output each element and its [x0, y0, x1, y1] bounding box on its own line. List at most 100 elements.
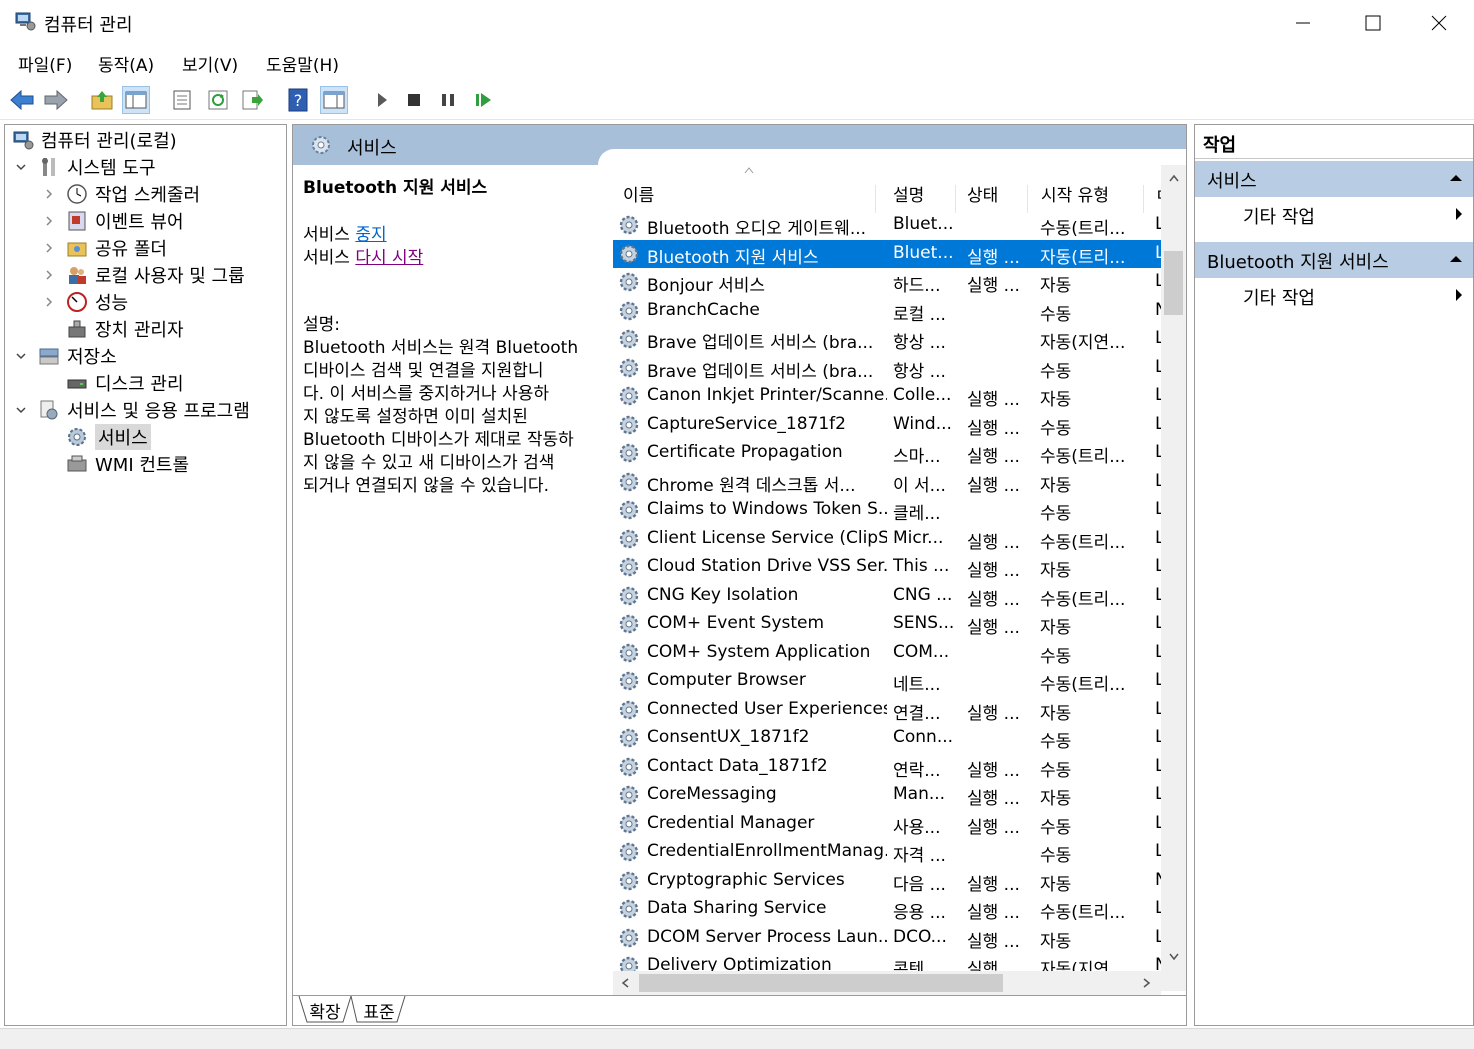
column-separator[interactable]: [1143, 185, 1144, 213]
stop-service-button[interactable]: [400, 86, 428, 114]
column-separator[interactable]: [1027, 185, 1028, 213]
gear-icon: [617, 213, 641, 237]
chevron-right-icon[interactable]: [43, 269, 55, 281]
tree-item-root[interactable]: 컴퓨터 관리(로컬): [11, 127, 177, 153]
service-startup-type: 자동: [1040, 874, 1072, 895]
service-row[interactable]: Client License Service (ClipS... Micr... 실…: [613, 525, 1163, 553]
service-row[interactable]: CaptureService_1871f2Wind...실행 ...수동L: [613, 411, 1163, 439]
tree-item-disk-management[interactable]: 디스크 관리: [65, 370, 184, 396]
service-row[interactable]: DCOM Server Process Laun... DCO... 실행 ... 자…: [613, 924, 1163, 952]
scroll-left-icon[interactable]: [621, 977, 629, 989]
tab-extended[interactable]: 확장: [305, 996, 345, 1024]
minimize-button[interactable]: [1268, 0, 1338, 46]
tree-item-shared-folders[interactable]: 공유 폴더: [43, 235, 167, 261]
column-header-name[interactable]: 이름: [623, 175, 883, 211]
service-row[interactable]: Brave 업데이트 서비스 (bra...항상 ...자동(지연...L: [613, 325, 1163, 353]
service-row[interactable]: BranchCache로컬 ...수동N: [613, 297, 1163, 325]
tree-item-storage[interactable]: 저장소: [15, 343, 117, 369]
menu-file[interactable]: 파일(F): [18, 51, 72, 76]
service-row[interactable]: COM+ System ApplicationCOM...수동L: [613, 639, 1163, 667]
forward-button[interactable]: [42, 86, 70, 114]
service-description: 연결...: [893, 703, 941, 724]
show-hide-tree-button[interactable]: [122, 86, 150, 114]
tree-item-task-scheduler[interactable]: 작업 스케줄러: [43, 181, 200, 207]
gear-icon: [617, 612, 641, 636]
action-more-actions[interactable]: 기타 작업: [1195, 197, 1473, 233]
maximize-button[interactable]: [1338, 0, 1408, 46]
close-button[interactable]: [1404, 0, 1474, 46]
service-row[interactable]: Bluetooth 오디오 게이트웨...Bluet...수동(트리...L: [613, 211, 1163, 239]
chevron-down-icon[interactable]: [15, 350, 27, 362]
show-hide-action-pane-button[interactable]: [320, 86, 348, 114]
scroll-down-icon[interactable]: [1168, 953, 1180, 961]
horizontal-scrollbar[interactable]: [613, 971, 1161, 995]
back-button[interactable]: [8, 86, 36, 114]
tree-item-services-apps[interactable]: 서비스 및 응용 프로그램: [15, 397, 250, 423]
vertical-scrollbar[interactable]: [1161, 165, 1186, 991]
scroll-thumb[interactable]: [1164, 251, 1183, 315]
column-separator[interactable]: [875, 185, 876, 213]
tree-item-event-viewer[interactable]: 이벤트 뷰어: [43, 208, 184, 234]
service-row[interactable]: ConsentUX_1871f2Conn...수동L: [613, 724, 1163, 752]
service-row[interactable]: Cryptographic Services다음 ...실행 ...자동N: [613, 867, 1163, 895]
pause-service-button[interactable]: [434, 86, 462, 114]
menu-help[interactable]: 도움말(H): [266, 51, 339, 76]
tab-standard[interactable]: 표준: [357, 996, 401, 1024]
menu-action[interactable]: 동작(A): [98, 51, 154, 76]
chevron-right-icon[interactable]: [43, 188, 55, 200]
service-name: Bluetooth 오디오 게이트웨...: [647, 219, 867, 239]
refresh-button[interactable]: [204, 86, 232, 114]
help-button[interactable]: ?: [284, 86, 312, 114]
service-row[interactable]: Computer Browser네트...수동(트리...L: [613, 667, 1163, 695]
service-row[interactable]: Certificate Propagation 스마... 실행 ... 수동(트리.…: [613, 439, 1163, 467]
service-row[interactable]: Canon Inkjet Printer/Scanne... Colle... 실행…: [613, 382, 1163, 410]
column-header-description[interactable]: 설명: [893, 175, 953, 211]
restart-service-button[interactable]: [470, 86, 498, 114]
tree-item-wmi[interactable]: WMI 컨트롤: [65, 451, 189, 477]
chevron-right-icon[interactable]: [43, 242, 55, 254]
chevron-down-icon[interactable]: [15, 404, 27, 416]
column-header-startup-type[interactable]: 시작 유형: [1041, 175, 1141, 211]
service-name: Cloud Station Drive VSS Ser...: [647, 556, 887, 576]
chevron-down-icon[interactable]: [15, 161, 27, 173]
tree-item-performance[interactable]: 성능: [43, 289, 128, 315]
service-row[interactable]: Contact Data_1871f2연락...실행 ...수동L: [613, 753, 1163, 781]
restart-service-link[interactable]: 다시 시작: [355, 248, 423, 268]
scroll-up-icon[interactable]: [1168, 174, 1180, 182]
stop-service-action: 서비스 중지: [303, 224, 603, 247]
start-service-button[interactable]: [368, 86, 396, 114]
tree-item-device-manager[interactable]: 장치 관리자: [65, 316, 184, 342]
service-row[interactable]: COM+ Event SystemSENS...실행 ...자동L: [613, 610, 1163, 638]
up-folder-button[interactable]: [88, 86, 116, 114]
service-row[interactable]: CoreMessagingMan...실행 ...자동L: [613, 781, 1163, 809]
chevron-right-icon[interactable]: [43, 296, 55, 308]
service-row[interactable]: CNG Key IsolationCNG ...실행 ...수동(트리...L: [613, 582, 1163, 610]
action-group-services[interactable]: 서비스: [1195, 161, 1473, 197]
service-row[interactable]: Chrome 원격 데스크톱 서...이 서...실행 ...자동L: [613, 468, 1163, 496]
column-separator[interactable]: [955, 185, 956, 213]
service-name: Computer Browser: [647, 670, 806, 690]
tree-item-local-users[interactable]: 로컬 사용자 및 그룹: [43, 262, 245, 288]
service-row[interactable]: Bluetooth 지원 서비스Bluet...실행 ...자동(트리...L: [613, 239, 1163, 268]
service-row[interactable]: Connected User Experiences... 연결... 실행 ...…: [613, 696, 1163, 724]
tree-item-label: 성능: [95, 293, 129, 314]
export-list-button[interactable]: [238, 86, 266, 114]
service-row[interactable]: Credential Manager사용...실행 ...수동L: [613, 810, 1163, 838]
scroll-thumb[interactable]: [639, 974, 1003, 992]
tree-item-services[interactable]: 서비스: [65, 424, 151, 450]
chevron-right-icon[interactable]: [43, 215, 55, 227]
service-row[interactable]: Data Sharing Service 응용 ... 실행 ... 수동(트리...…: [613, 895, 1163, 923]
scroll-right-icon[interactable]: [1143, 977, 1151, 989]
tree-item-system-tools[interactable]: 시스템 도구: [15, 154, 156, 180]
service-row[interactable]: Brave 업데이트 서비스 (bra...항상 ...수동L: [613, 354, 1163, 382]
stop-service-link[interactable]: 중지: [355, 225, 386, 245]
service-row[interactable]: CredentialEnrollmentManag...자격 ...수동L: [613, 838, 1163, 866]
column-header-status[interactable]: 상태: [967, 175, 1027, 211]
action-group-bluetooth[interactable]: Bluetooth 지원 서비스: [1195, 242, 1473, 278]
service-row[interactable]: Cloud Station Drive VSS Ser... This ... 실행…: [613, 553, 1163, 581]
service-row[interactable]: Claims to Windows Token S...클레...수동L: [613, 496, 1163, 524]
menu-view[interactable]: 보기(V): [182, 51, 238, 76]
action-more-actions[interactable]: 기타 작업: [1195, 278, 1473, 314]
service-row[interactable]: Bonjour 서비스하드...실행 ...자동L: [613, 268, 1163, 296]
properties-button[interactable]: [168, 86, 196, 114]
